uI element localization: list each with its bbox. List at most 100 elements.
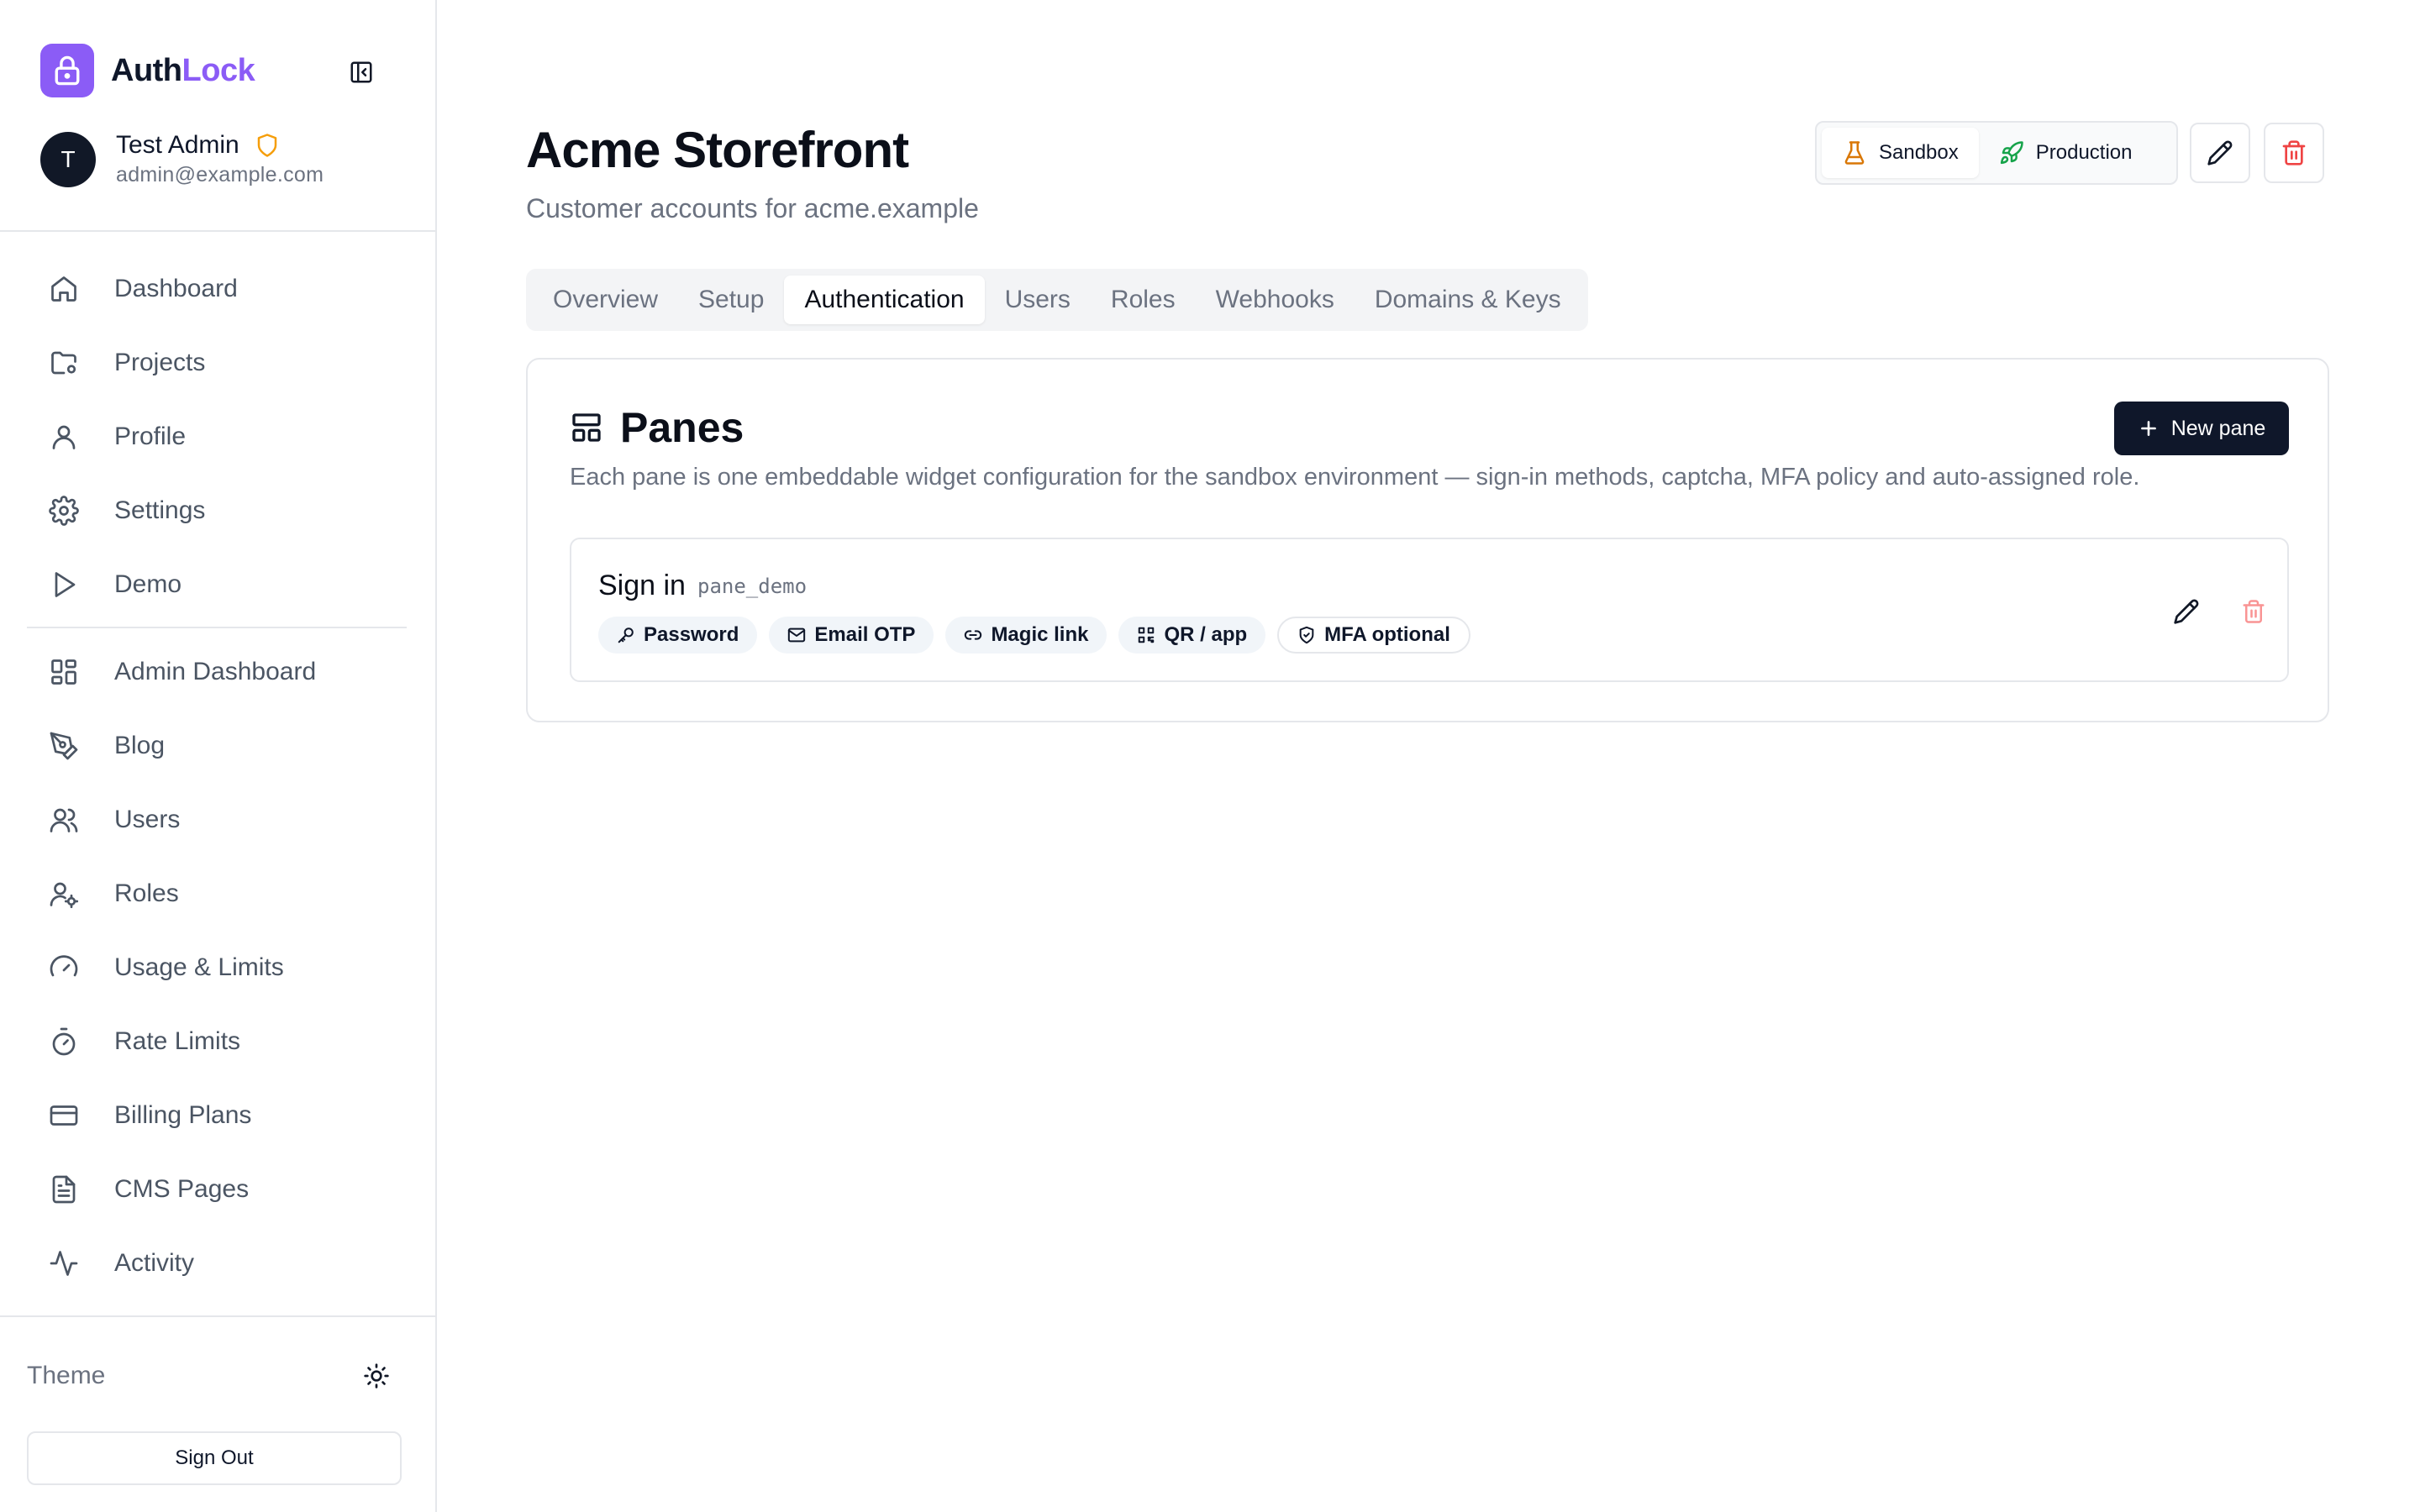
brand-name: AuthLock <box>111 52 255 88</box>
nav-item-blog[interactable]: Blog <box>27 709 407 783</box>
user-name: Test Admin <box>116 131 239 159</box>
env-sandbox-button[interactable]: Sandbox <box>1822 128 1979 178</box>
nav-label: Usage & Limits <box>114 953 284 981</box>
tab-bar: Overview Setup Authentication Users Role… <box>526 269 1588 331</box>
rocket-icon <box>1999 140 2024 165</box>
user-icon <box>47 420 81 454</box>
users-icon <box>47 803 81 837</box>
nav-label: Profile <box>114 423 187 450</box>
theme-label: Theme <box>27 1362 106 1389</box>
shield-check-icon <box>1297 626 1316 644</box>
gauge-icon <box>47 951 81 984</box>
delete-pane-button[interactable] <box>2235 593 2272 630</box>
divider <box>27 627 407 628</box>
nav-label: Rate Limits <box>114 1027 241 1055</box>
nav-item-usage-limits[interactable]: Usage & Limits <box>27 931 407 1005</box>
new-pane-label: New pane <box>2170 416 2266 440</box>
pane-id: pane_demo <box>697 575 808 598</box>
user-cog-icon <box>47 877 81 911</box>
main-content: Acme Storefront Customer accounts for ac… <box>437 0 2420 1512</box>
nav-label: Admin Dashboard <box>114 658 317 685</box>
pane-methods: Password Email OTP Magic link QR / app M… <box>598 617 1482 654</box>
tab-overview[interactable]: Overview <box>533 276 678 324</box>
edit-project-button[interactable] <box>2190 123 2250 183</box>
nav-item-admin-dashboard[interactable]: Admin Dashboard <box>27 635 407 709</box>
trash-icon <box>2241 599 2266 624</box>
new-pane-button[interactable]: New pane <box>2114 402 2289 455</box>
sidebar: AuthLock T Test Admin admin@example.com <box>0 0 437 1512</box>
shield-icon <box>255 133 280 158</box>
user-name-row: Test Admin <box>116 131 324 160</box>
panes-title: Panes <box>620 404 744 451</box>
play-icon <box>47 568 81 601</box>
delete-project-button[interactable] <box>2264 123 2324 183</box>
pane-item[interactable]: Sign in pane_demo Password Email OTP Mag… <box>570 538 2289 682</box>
nav-item-dashboard[interactable]: Dashboard <box>27 252 407 326</box>
lock-icon <box>40 44 94 97</box>
env-production-button[interactable]: Production <box>1979 128 2153 178</box>
nav-item-projects[interactable]: Projects <box>27 326 407 400</box>
environment-toggle: Sandbox Production <box>1815 121 2178 185</box>
sun-icon[interactable] <box>358 1357 395 1394</box>
app-root: AuthLock T Test Admin admin@example.com <box>0 0 2420 1512</box>
home-icon <box>47 272 81 306</box>
qr-code-icon <box>1137 626 1155 644</box>
credit-card-icon <box>47 1099 81 1132</box>
method-chip: Magic link <box>945 617 1107 654</box>
grid-icon <box>47 655 81 689</box>
folder-icon <box>47 346 81 380</box>
user-email: admin@example.com <box>116 163 324 186</box>
brand[interactable]: AuthLock <box>40 44 255 97</box>
panes-description: Each pane is one embeddable widget confi… <box>570 464 2140 491</box>
nav-label: Blog <box>114 732 166 759</box>
nav-label: Demo <box>114 570 182 598</box>
theme-row: Theme <box>27 1357 407 1394</box>
method-chip: Email OTP <box>769 617 934 654</box>
divider <box>0 1315 435 1317</box>
nav-label: Dashboard <box>114 275 238 302</box>
gear-icon <box>47 494 81 528</box>
collapse-sidebar-icon[interactable] <box>346 57 376 87</box>
method-chip: Password <box>598 617 758 654</box>
env-production-label: Production <box>2035 141 2133 164</box>
link-icon <box>964 626 982 644</box>
nav-label: Settings <box>114 496 206 524</box>
tab-authentication[interactable]: Authentication <box>784 276 985 324</box>
pencil-icon <box>2173 598 2200 625</box>
nav-item-roles[interactable]: Roles <box>27 857 407 931</box>
nav-label: Projects <box>114 349 206 376</box>
nav-item-activity[interactable]: Activity <box>27 1226 407 1300</box>
nav-item-billing-plans[interactable]: Billing Plans <box>27 1079 407 1152</box>
nav-label: Users <box>114 806 181 833</box>
tab-users[interactable]: Users <box>985 276 1091 324</box>
nav-item-rate-limits[interactable]: Rate Limits <box>27 1005 407 1079</box>
tab-roles[interactable]: Roles <box>1091 276 1196 324</box>
user-profile[interactable]: T Test Admin admin@example.com <box>40 131 324 187</box>
edit-pane-button[interactable] <box>2168 593 2205 630</box>
timer-icon <box>47 1025 81 1058</box>
avatar: T <box>40 131 96 187</box>
divider <box>0 230 435 232</box>
tab-domains-keys[interactable]: Domains & Keys <box>1355 276 1581 324</box>
nav-item-profile[interactable]: Profile <box>27 400 407 474</box>
tab-setup[interactable]: Setup <box>678 276 784 324</box>
nav-item-cms-pages[interactable]: CMS Pages <box>27 1152 407 1226</box>
mfa-chip: MFA optional <box>1277 617 1470 654</box>
pen-tool-icon <box>47 729 81 763</box>
nav-label: Billing Plans <box>114 1101 252 1129</box>
sign-out-button[interactable]: Sign Out <box>27 1431 402 1485</box>
plus-icon <box>2138 417 2160 439</box>
env-sandbox-label: Sandbox <box>1879 141 1959 164</box>
nav-label: Activity <box>114 1249 195 1277</box>
mail-icon <box>787 626 806 644</box>
nav-item-users[interactable]: Users <box>27 783 407 857</box>
nav-label: CMS Pages <box>114 1175 250 1203</box>
pane-name: Sign in <box>598 570 686 601</box>
nav-admin: Admin Dashboard Blog Users Roles Usage &… <box>27 635 407 1300</box>
nav-label: Roles <box>114 879 179 907</box>
tab-webhooks[interactable]: Webhooks <box>1196 276 1355 324</box>
nav-item-settings[interactable]: Settings <box>27 474 407 548</box>
panes-header: Panes <box>570 403 744 452</box>
nav-item-demo[interactable]: Demo <box>27 548 407 622</box>
panes-card: Panes Each pane is one embeddable widget… <box>526 358 2329 722</box>
